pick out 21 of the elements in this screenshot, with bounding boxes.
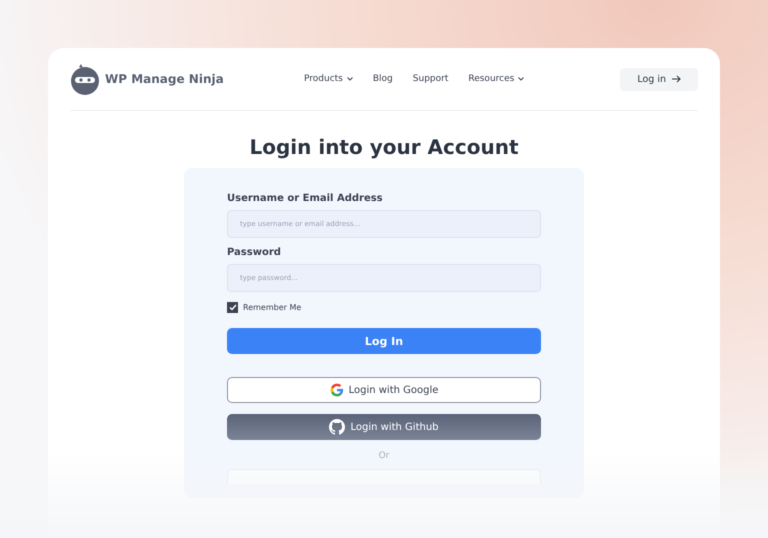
nav-link[interactable]: Support [412,74,448,84]
login-button[interactable]: Log in [620,68,698,90]
chevron-down-icon [518,77,524,81]
divider-text: Or [378,451,390,461]
arrow-right-icon [672,75,681,83]
github-login-button[interactable]: Login with Github [227,414,541,440]
google-login-button[interactable]: Login with Google [227,377,541,403]
brand-name: WP Manage Ninja [105,72,224,86]
google-g-icon [330,383,344,397]
nav-link[interactable]: Blog [372,74,393,84]
remember-checkbox[interactable] [227,302,238,313]
nav-link[interactable]: Products [304,74,353,84]
page-heading: Login into your Account [248,135,520,159]
field-label: Password [227,247,282,258]
ninja-logo-icon [70,62,100,96]
checkbox-label: Remember Me [243,303,302,312]
chevron-down-icon [346,77,353,81]
github-icon [329,419,346,435]
nav-link[interactable]: Resources [468,74,524,84]
submit-button[interactable]: Log In [227,328,541,354]
field-label: Username or Email Address [227,193,384,204]
